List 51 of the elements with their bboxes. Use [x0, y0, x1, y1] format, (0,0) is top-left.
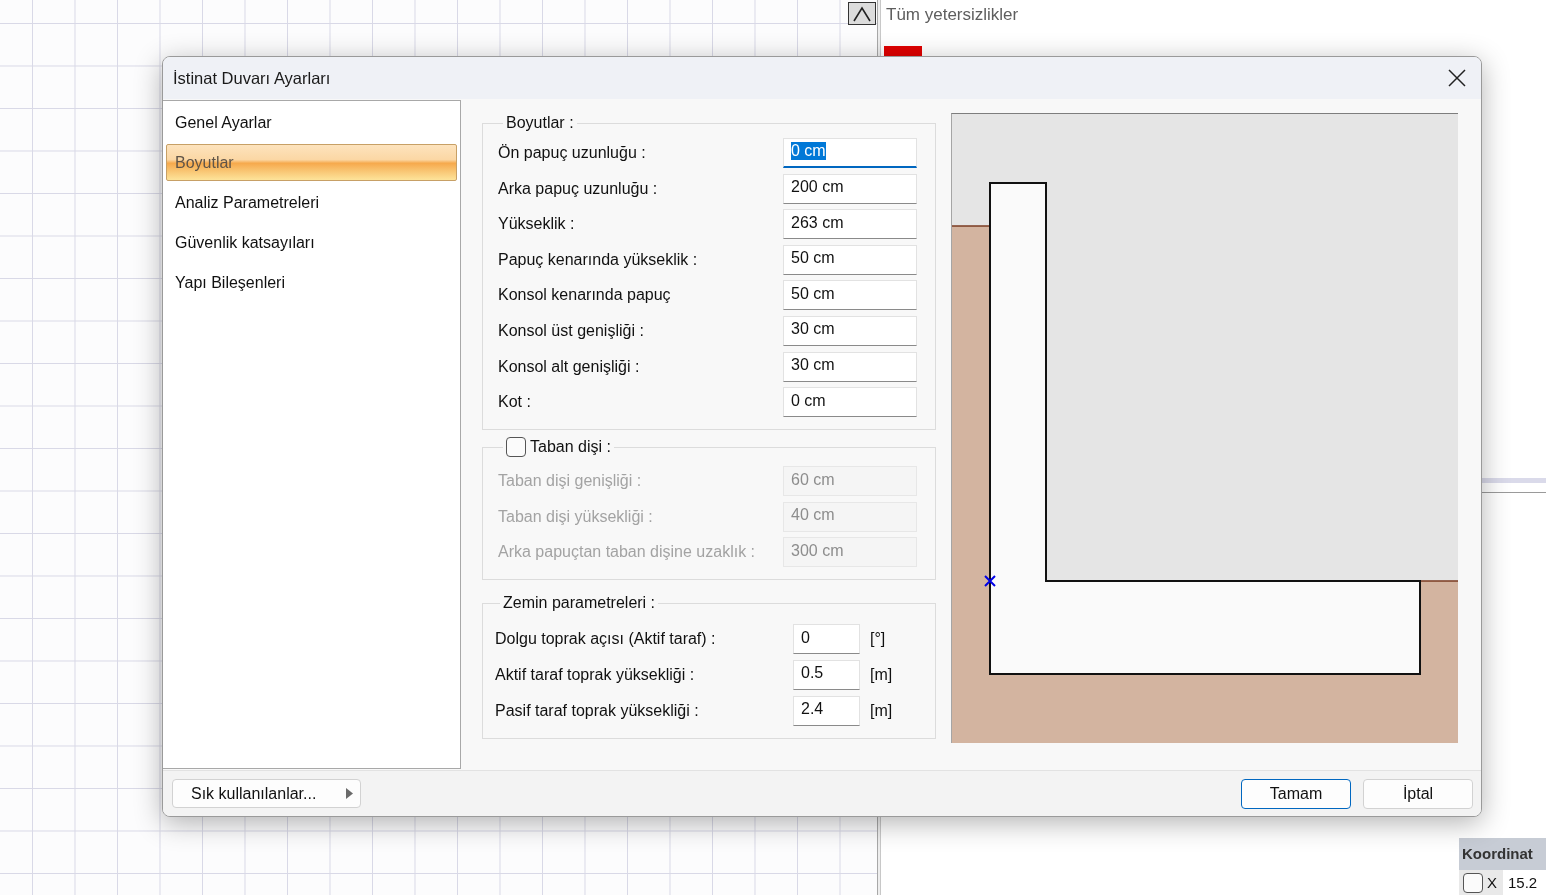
field-label: Dolgu toprak açısı (Aktif taraf) :	[495, 630, 717, 649]
coordinate-value: 15.2	[1503, 870, 1546, 895]
field-label: Yükseklik :	[498, 215, 576, 234]
field-label: Arka papuç uzunluğu :	[498, 179, 659, 198]
field-label: Aktif taraf toprak yüksekliği :	[495, 665, 696, 684]
field-label: Pasif taraf toprak yüksekliği :	[495, 701, 700, 720]
unit-label: [m]	[870, 665, 894, 684]
group-title: Taban dişi :	[530, 438, 611, 457]
input-field[interactable]: 50 cm	[783, 244, 917, 275]
category-item[interactable]: Güvenlik katsayıları	[166, 224, 457, 261]
group-title: Boyutlar :	[506, 114, 574, 132]
panel-title: Tüm yetersizlikler	[885, 4, 1020, 26]
dialog-button[interactable]: Tamam	[1241, 778, 1351, 809]
input-field[interactable]: 0 cm	[783, 387, 917, 418]
status-marker-icon	[884, 46, 922, 56]
collapse-button[interactable]	[848, 2, 876, 25]
panel-header: Koordinat	[1459, 838, 1546, 870]
close-icon	[1448, 69, 1466, 87]
field-label: Konsol kenarında papuç	[498, 286, 672, 305]
caret-up-icon	[852, 5, 872, 22]
field-label: Konsol alt genişliği :	[498, 357, 641, 376]
dialog-button[interactable]: İptal	[1363, 778, 1473, 809]
input-field[interactable]: 30 cm	[783, 315, 917, 346]
input-field[interactable]: 50 cm	[783, 280, 917, 311]
group-title: Zemin parametreleri :	[503, 594, 656, 613]
field-label: Kot :	[498, 393, 532, 412]
field-label: Taban dişi yüksekliği :	[498, 507, 654, 526]
input-field[interactable]: 0	[793, 624, 860, 655]
field-label: Taban dişi genişliği :	[498, 472, 643, 491]
favorites-button[interactable]: Sık kullanılanlar...	[172, 779, 361, 808]
axis-label: X	[1487, 874, 1498, 891]
input-field[interactable]: 0.5	[793, 659, 860, 690]
field-label: Arka papuçtan taban dişine uzaklık :	[498, 543, 757, 562]
category-item[interactable]: Analiz Parametreleri	[166, 184, 457, 221]
category-item[interactable]: Genel Ayarlar	[166, 104, 457, 141]
checkbox[interactable]	[1463, 872, 1483, 893]
unit-label: [m]	[870, 701, 894, 720]
input-field[interactable]: 263 cm	[783, 209, 917, 240]
input-field[interactable]: 0 cm	[783, 138, 917, 168]
input-field[interactable]: 30 cm	[783, 351, 917, 382]
field-label: Ön papuç uzunluğu :	[498, 144, 647, 162]
checkbox[interactable]	[506, 437, 526, 458]
category-item[interactable]: Yapı Bileşenleri	[166, 264, 457, 301]
field-label: Konsol üst genişliği :	[498, 321, 645, 340]
input-field[interactable]: 2.4	[793, 695, 860, 726]
dialog-title: İstinat Duvarı Ayarları	[173, 68, 331, 88]
field-label: Papuç kenarında yükseklik :	[498, 250, 699, 269]
input-field[interactable]: 200 cm	[783, 173, 917, 204]
category-item[interactable]: Boyutlar	[166, 144, 457, 181]
unit-label: [°]	[870, 630, 887, 649]
caret-right-icon	[346, 788, 353, 799]
